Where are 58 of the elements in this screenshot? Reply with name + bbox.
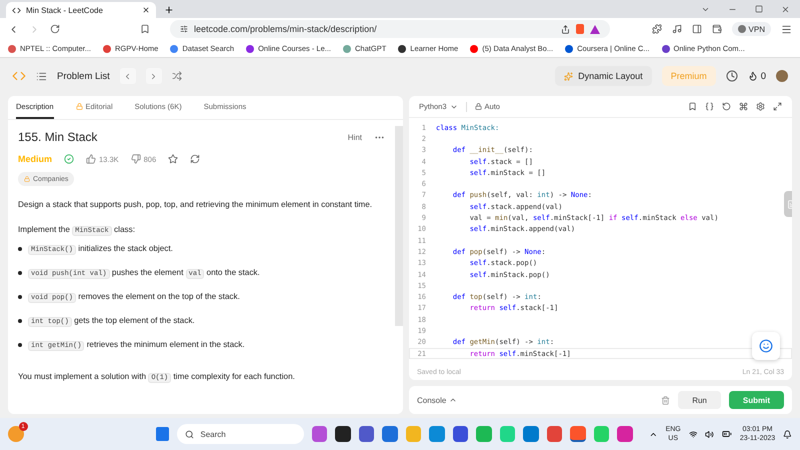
url-text: leetcode.com/problems/min-stack/description/ — [194, 24, 377, 34]
flame-icon — [748, 71, 758, 81]
site-icon — [12, 6, 21, 14]
tab-title: Min Stack - LeetCode — [26, 6, 103, 14]
settings-icon[interactable] — [756, 102, 765, 111]
menu-icon[interactable] — [781, 24, 792, 34]
extensions-icon[interactable] — [652, 24, 662, 34]
difficulty-label: Medium — [18, 154, 52, 164]
taskbar-search[interactable]: Search — [177, 424, 304, 444]
maximize-icon[interactable] — [755, 5, 763, 13]
expand-icon[interactable] — [773, 102, 782, 111]
sparkle-icon — [564, 72, 574, 80]
smiley-icon — [759, 339, 773, 353]
lock-icon — [76, 103, 83, 110]
reload-icon[interactable] — [50, 24, 60, 34]
braces-icon[interactable] — [705, 102, 714, 111]
start-icon[interactable] — [156, 427, 170, 441]
battery-icon — [722, 429, 732, 439]
lock-icon — [24, 176, 30, 182]
streak-counter[interactable]: 0 — [748, 70, 766, 82]
paragraph: Design a stack that supports push, pop, top, and retrieving the minimum element in constant time. — [18, 199, 374, 211]
share-icon — [561, 24, 570, 34]
vpn-button[interactable]: VPN — [732, 22, 771, 36]
lock-icon — [474, 103, 482, 110]
console-toggle[interactable]: Console — [417, 396, 458, 404]
timer-icon[interactable] — [726, 70, 738, 82]
avatar-circle[interactable] — [776, 70, 788, 82]
browser-tab[interactable]: Min Stack - LeetCode — [6, 2, 156, 18]
shuffle-icon[interactable] — [172, 71, 182, 81]
app-icon[interactable] — [335, 426, 351, 442]
wallet-icon[interactable] — [712, 24, 722, 34]
hint-button[interactable]: Hint — [348, 132, 362, 142]
volume-icon — [705, 430, 714, 438]
bookmark-icon[interactable] — [688, 102, 697, 111]
site-settings-icon — [180, 25, 188, 33]
thumbs-down-icon — [130, 154, 141, 164]
dynamic-layout-button[interactable]: Dynamic Layout — [555, 66, 652, 86]
feedback-button[interactable] — [752, 332, 780, 360]
problem-title: 155. Min Stack — [18, 130, 98, 144]
command-icon[interactable] — [739, 102, 748, 111]
bell-icon[interactable] — [783, 430, 792, 438]
trash-icon[interactable] — [661, 396, 670, 404]
run-button[interactable]: Run — [678, 391, 721, 409]
list-icon — [36, 70, 47, 82]
address-bar[interactable]: leetcode.com/problems/min-stack/description/ — [170, 20, 610, 38]
wifi-icon — [688, 430, 698, 438]
star-icon[interactable] — [168, 154, 178, 164]
refresh-icon[interactable] — [190, 154, 200, 164]
bookmark-icon[interactable] — [140, 24, 150, 34]
thumbs-up-icon — [86, 154, 96, 164]
close-icon[interactable] — [142, 6, 150, 14]
chevron-up-icon — [449, 396, 458, 404]
music-icon[interactable] — [672, 24, 682, 34]
problem-list-link[interactable]: Problem List — [57, 70, 110, 82]
search-icon — [185, 430, 194, 438]
sidebar-icon[interactable] — [692, 24, 702, 34]
reset-icon[interactable] — [722, 102, 731, 111]
new-tab-icon[interactable] — [164, 5, 174, 15]
